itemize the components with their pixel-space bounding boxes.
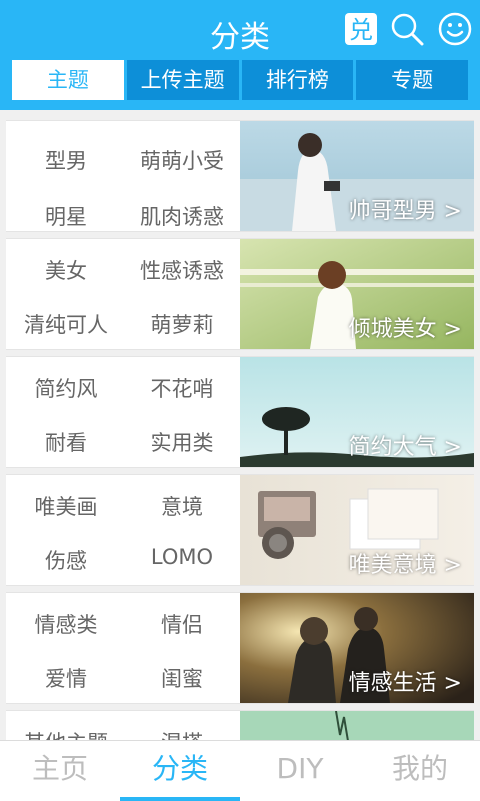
category-image-label: 情感生活 > — [348, 671, 462, 696]
category-card-handsome[interactable]: 型男 萌萌小受 明星 肌肉诱惑 帅哥型男 > — [6, 120, 474, 232]
category-image-label: 倾城美女 > — [348, 317, 462, 342]
tab-special[interactable]: 专题 — [356, 60, 468, 100]
category-image-label: 帅哥型男 > — [348, 199, 462, 224]
tag-item[interactable]: 美女 — [8, 255, 124, 285]
tag-item[interactable]: 唯美画 — [8, 491, 124, 521]
bottom-tab-mine[interactable]: 我的 — [360, 741, 480, 801]
category-card-emotion[interactable]: 情感类 情侣 爱情 闺蜜 情感生活 > — [6, 592, 474, 704]
tag-item[interactable]: 其他主题 — [8, 727, 124, 740]
category-card-other[interactable]: 其他主题 混搭 — [6, 710, 474, 740]
category-image[interactable]: 帅哥型男 > — [240, 121, 474, 231]
bottom-tab-diy[interactable]: DIY — [240, 741, 360, 801]
tag-item[interactable]: 闺蜜 — [124, 663, 240, 693]
tag-item[interactable]: 简约风 — [8, 373, 124, 403]
tag-item[interactable]: 肌肉诱惑 — [124, 201, 240, 231]
category-card-minimal[interactable]: 简约风 不花哨 耐看 实用类 简约大气 > — [6, 356, 474, 468]
tag-item[interactable]: 萌萌小受 — [124, 145, 240, 175]
tag-item[interactable]: 性感诱惑 — [124, 255, 240, 285]
tag-item[interactable]: 明星 — [8, 201, 124, 231]
svg-text:兑: 兑 — [349, 16, 373, 44]
category-image[interactable]: 简约大气 > — [240, 357, 474, 467]
tab-leaderboard[interactable]: 排行榜 — [241, 60, 354, 100]
tab-upload-topic[interactable]: 上传主题 — [126, 60, 239, 100]
category-image[interactable]: 情感生活 > — [240, 593, 474, 703]
category-card-beauty[interactable]: 美女 性感诱惑 清纯可人 萌萝莉 倾城美女 > — [6, 238, 474, 350]
smile-icon[interactable] — [438, 12, 472, 46]
tag-item[interactable]: 型男 — [8, 145, 124, 175]
tag-item[interactable]: 不花哨 — [124, 373, 240, 403]
category-card-aesthetic[interactable]: 唯美画 意境 伤感 LOMO 唯美意境 > — [6, 474, 474, 586]
tag-item[interactable]: LOMO — [124, 545, 240, 569]
category-image[interactable]: 唯美意境 > — [240, 475, 474, 585]
bottom-nav: 主页 分类 DIY 我的 — [0, 740, 480, 801]
tag-item[interactable]: 意境 — [124, 491, 240, 521]
category-image[interactable] — [240, 711, 474, 740]
tag-item[interactable]: 爱情 — [8, 663, 124, 693]
tag-item[interactable]: 伤感 — [8, 545, 124, 575]
header-bar: 分类 兑 主题 上传主题 排行榜 专题 — [0, 0, 480, 110]
tab-topics[interactable]: 主题 — [12, 60, 124, 100]
search-icon[interactable] — [390, 12, 424, 46]
bottom-tab-category[interactable]: 分类 — [120, 741, 240, 801]
tag-item[interactable]: 耐看 — [8, 427, 124, 457]
category-image-label: 唯美意境 > — [348, 553, 462, 578]
tag-item[interactable]: 实用类 — [124, 427, 240, 457]
category-tabs: 主题 上传主题 排行榜 专题 — [12, 60, 468, 100]
category-list: 型男 萌萌小受 明星 肌肉诱惑 帅哥型男 > 美女 性感诱惑 清纯可人 萌萝莉 — [0, 110, 480, 740]
tag-item[interactable]: 清纯可人 — [8, 309, 124, 339]
tag-item[interactable]: 混搭 — [124, 727, 240, 740]
category-image-label: 简约大气 > — [348, 435, 462, 460]
tag-item[interactable]: 情感类 — [8, 609, 124, 639]
redeem-icon[interactable]: 兑 — [344, 12, 378, 46]
bottom-tab-home[interactable]: 主页 — [0, 741, 120, 801]
tag-item[interactable]: 情侣 — [124, 609, 240, 639]
category-image[interactable]: 倾城美女 > — [240, 239, 474, 349]
tag-item[interactable]: 萌萝莉 — [124, 309, 240, 339]
